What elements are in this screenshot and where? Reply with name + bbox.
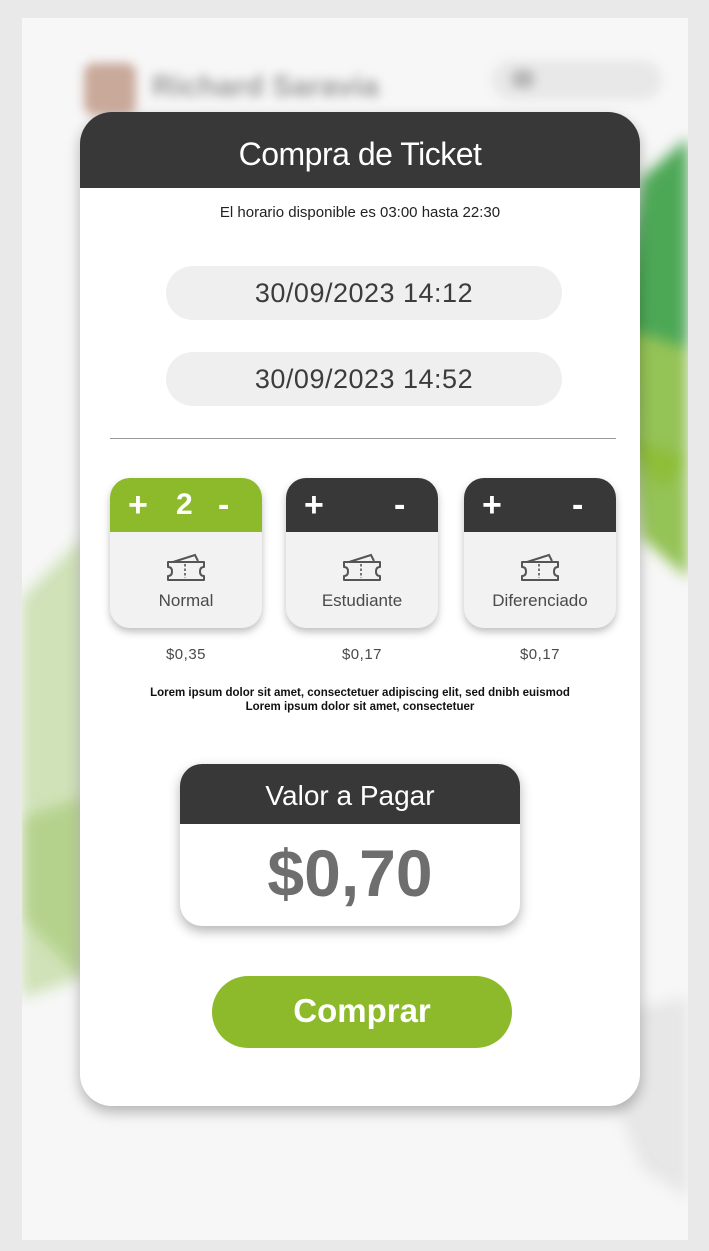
ticket-count: 2 [176, 488, 193, 521]
header-pill-icon [512, 70, 534, 88]
buy-button[interactable]: Comprar [212, 976, 512, 1048]
ticket-label: Diferenciado [492, 591, 588, 610]
total-label: Valor a Pagar [180, 764, 520, 824]
ticket-label: Normal [158, 591, 214, 610]
ticket-icon [167, 553, 205, 581]
increment-button[interactable]: + [482, 480, 502, 530]
end-datetime-field[interactable]: 30/09/2023 14:52 [166, 352, 562, 406]
notice-text: Lorem ipsum dolor sit amet, consectetuer… [80, 686, 640, 714]
ticket-icon [343, 553, 381, 581]
ticket-price-normal: $0,35 [165, 646, 207, 663]
total-value: $0,70 [267, 836, 433, 910]
schedule-text: El horario disponible es 03:00 hasta 22:… [219, 204, 501, 221]
start-datetime-field[interactable]: 30/09/2023 14:12 [166, 266, 562, 320]
divider [110, 438, 616, 439]
ticket-label: Estudiante [321, 591, 403, 610]
ticket-purchase-modal: Compra de Ticket El horario disponible e… [80, 112, 640, 1106]
ticket-counter-bar: + - [464, 478, 616, 532]
increment-button[interactable]: + [304, 480, 324, 530]
ticket-counter-bar: + 2 - [110, 478, 262, 532]
ticket-card-estudiante: + - Estudiante [286, 478, 438, 628]
decrement-button[interactable]: - [394, 480, 405, 530]
decrement-button[interactable]: - [572, 480, 583, 530]
total-card: Valor a Pagar $0,70 [180, 764, 520, 926]
ticket-counter-bar: + - [286, 478, 438, 532]
user-name: Richard Saravia [152, 70, 379, 103]
increment-button[interactable]: + [128, 480, 148, 530]
ticket-card-diferenciado: + - Diferenciado [464, 478, 616, 628]
notice-line-1: Lorem ipsum dolor sit amet, consectetuer… [150, 687, 570, 699]
ticket-price-estudiante: $0,17 [341, 646, 383, 663]
ticket-icon [521, 553, 559, 581]
notice-line-2: Lorem ipsum dolor sit amet, consectetuer [245, 701, 475, 713]
modal-title: Compra de Ticket [80, 112, 640, 188]
avatar [84, 63, 136, 115]
ticket-card-normal: + 2 - Normal [110, 478, 262, 628]
decrement-button[interactable]: - [218, 480, 229, 530]
ticket-price-diferenciado: $0,17 [519, 646, 561, 663]
